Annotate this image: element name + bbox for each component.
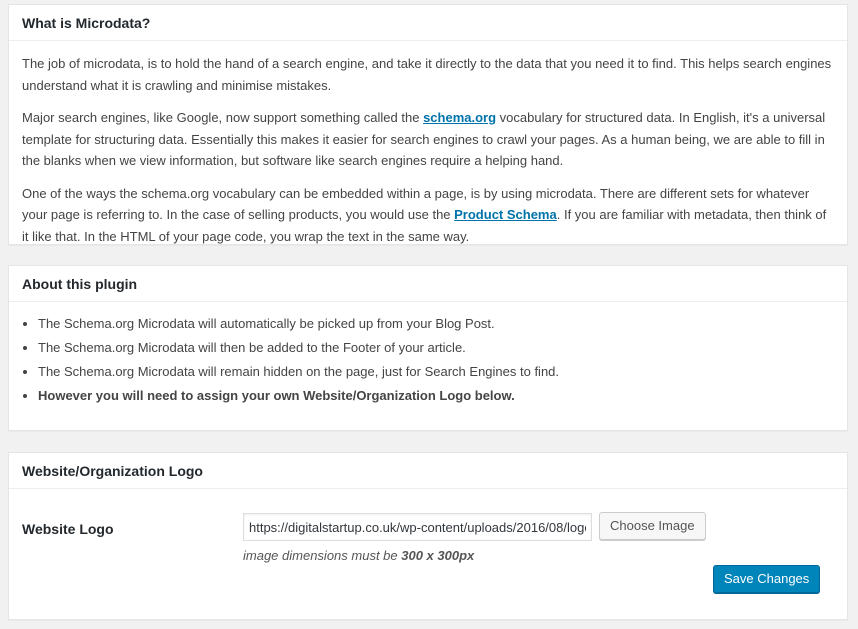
- product-schema-link[interactable]: Product Schema: [454, 207, 557, 222]
- choose-image-button[interactable]: Choose Image: [599, 512, 706, 540]
- list-item: The Schema.org Microdata will then be ad…: [23, 338, 834, 358]
- plugin-feature-list: The Schema.org Microdata will automatica…: [22, 314, 834, 406]
- website-logo-label: Website Logo: [22, 521, 114, 537]
- microdata-info-panel: What is Microdata? The job of microdata,…: [8, 4, 848, 245]
- paragraph-schema: Major search engines, like Google, now s…: [22, 110, 826, 168]
- about-plugin-panel: About this plugin The Schema.org Microda…: [8, 265, 848, 431]
- panel-title: Website/Organization Logo: [9, 453, 847, 489]
- list-item: The Schema.org Microdata will remain hid…: [23, 362, 834, 382]
- paragraph-intro: The job of microdata, is to hold the han…: [22, 56, 832, 93]
- paragraph-microdata: One of the ways the schema.org vocabular…: [22, 185, 827, 244]
- schema-org-link[interactable]: schema.org: [423, 110, 496, 125]
- save-changes-button[interactable]: Save Changes: [713, 565, 821, 593]
- list-item: The Schema.org Microdata will automatica…: [23, 314, 834, 334]
- logo-settings-panel: Website/Organization Logo Website Logo C…: [8, 452, 848, 620]
- logo-url-input[interactable]: [243, 513, 592, 541]
- panel-content: The Schema.org Microdata will automatica…: [9, 302, 847, 422]
- panel-content: The job of microdata, is to hold the han…: [9, 41, 847, 270]
- image-dimensions-hint: image dimensions must be 300 x 300px: [243, 548, 475, 563]
- list-item: However you will need to assign your own…: [23, 386, 834, 406]
- panel-title: About this plugin: [9, 266, 847, 302]
- panel-title: What is Microdata?: [9, 5, 847, 41]
